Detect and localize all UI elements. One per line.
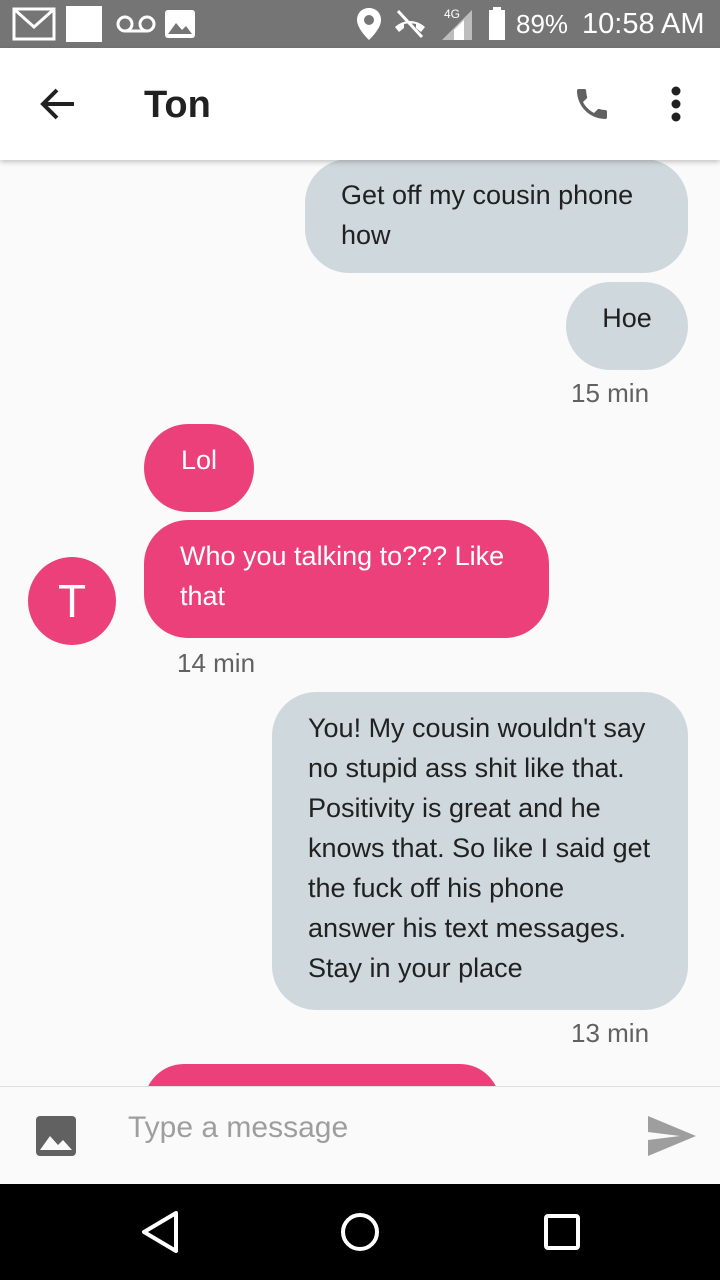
image-icon — [164, 0, 196, 48]
message-input[interactable]: Type a message — [128, 1111, 348, 1145]
clock: 10:58 AM — [582, 7, 705, 40]
no-call-icon — [392, 0, 428, 48]
voicemail-icon — [116, 0, 156, 48]
composer: Type a message — [0, 1086, 720, 1185]
contact-name: Ton — [144, 84, 211, 126]
phone-icon[interactable] — [564, 78, 620, 130]
app-bar: Ton — [0, 48, 720, 160]
message-timestamp: 14 min — [177, 648, 256, 678]
more-vert-icon[interactable] — [656, 78, 696, 130]
incoming-message[interactable]: Lol — [144, 424, 254, 512]
outgoing-message[interactable]: Hoe — [566, 282, 688, 370]
outgoing-message[interactable]: You! My cousin wouldn't say no stupid as… — [272, 692, 688, 1010]
battery-percent: 89% — [516, 8, 569, 39]
notification-square-icon — [66, 0, 102, 48]
nav-recents-icon[interactable] — [538, 1208, 586, 1256]
location-icon — [356, 0, 382, 48]
nav-home-icon[interactable] — [336, 1208, 384, 1256]
send-icon[interactable] — [644, 1113, 700, 1159]
message-timestamp: 15 min — [571, 378, 650, 408]
battery-icon — [488, 0, 506, 48]
conversation: Get off my cousin phone how Hoe 15 min L… — [0, 160, 720, 1086]
message-timestamp: 13 min — [571, 1018, 650, 1048]
network-label: 4G — [444, 7, 461, 21]
outgoing-message[interactable]: Get off my cousin phone how — [305, 160, 688, 273]
nav-back-icon[interactable] — [136, 1208, 184, 1256]
status-bar: 4G 89% 10:58 AM — [0, 0, 720, 48]
gmail-icon — [12, 0, 56, 48]
incoming-message[interactable]: Who you talking to??? Like that — [144, 520, 549, 638]
back-arrow-icon[interactable] — [32, 78, 84, 130]
navigation-bar — [0, 1184, 720, 1280]
avatar[interactable]: T — [28, 557, 116, 645]
attach-image-icon[interactable] — [34, 1113, 78, 1159]
incoming-message-partial[interactable] — [144, 1064, 500, 1086]
